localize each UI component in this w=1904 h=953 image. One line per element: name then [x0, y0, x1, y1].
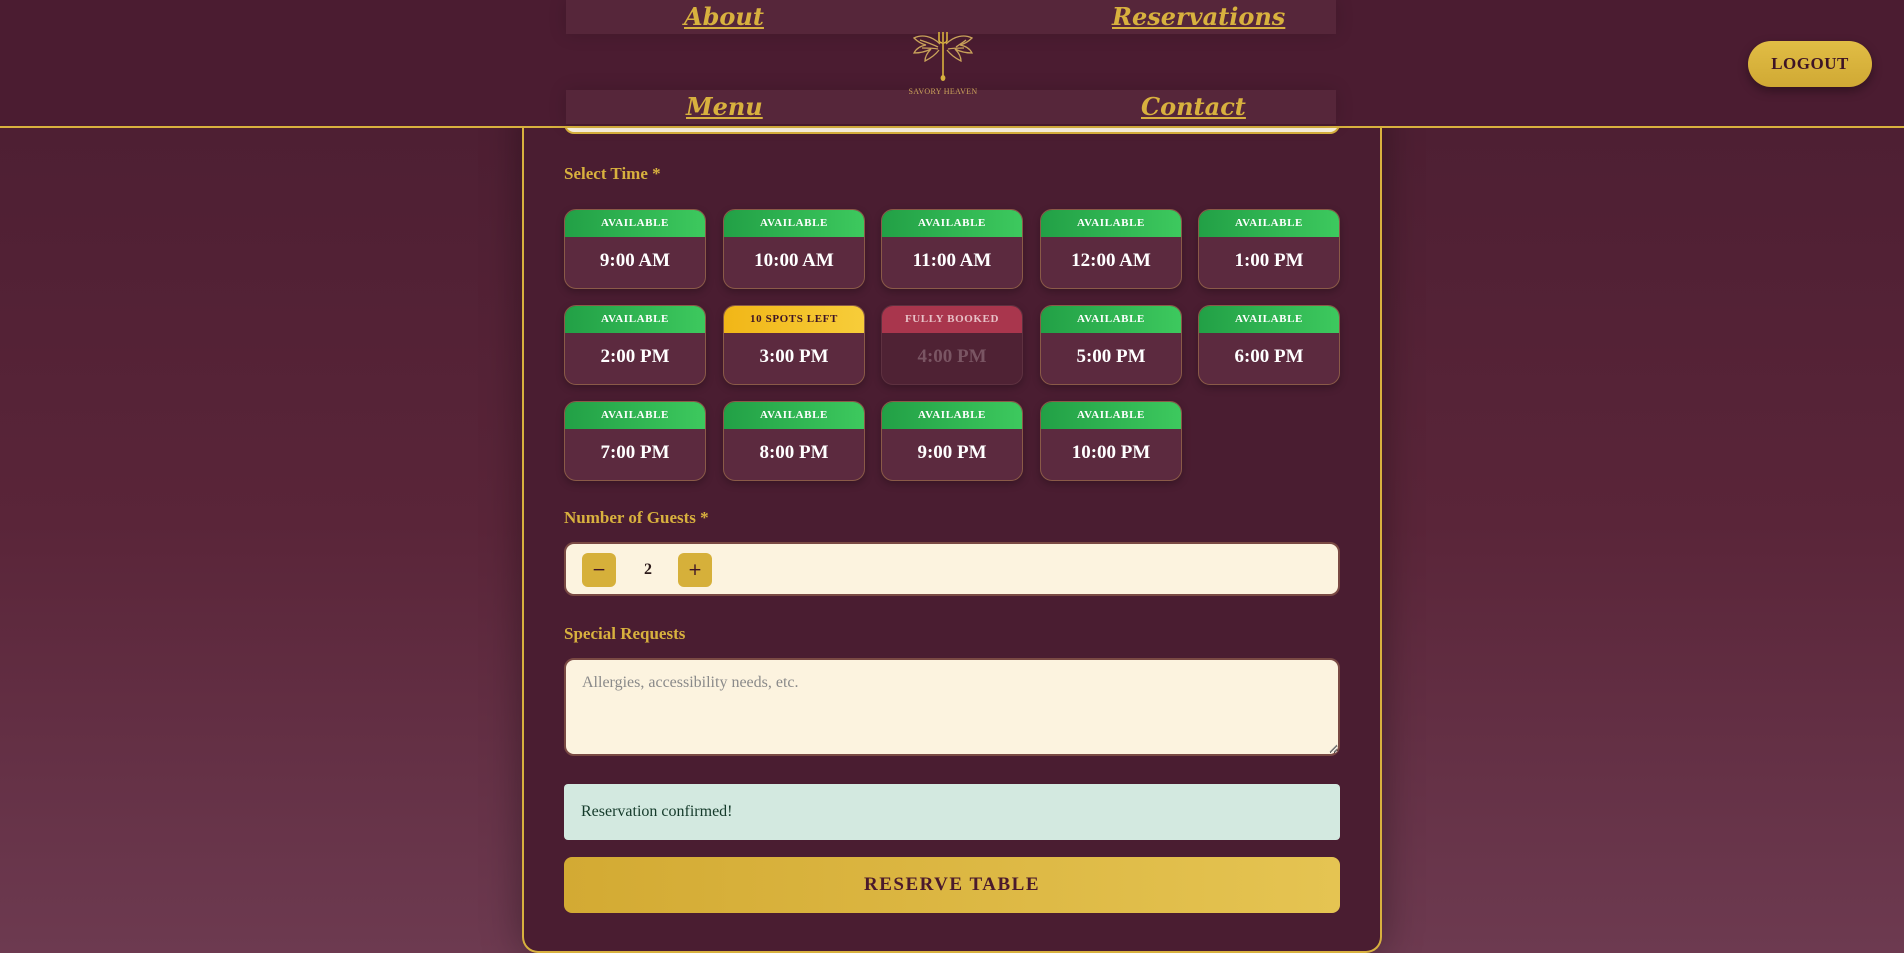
time-slot[interactable]: AVAILABLE 10:00 AM — [723, 209, 865, 289]
time-slot[interactable]: AVAILABLE 9:00 AM — [564, 209, 706, 289]
time-slot[interactable]: AVAILABLE 10:00 PM — [1040, 401, 1182, 481]
winged-fork-logo-icon — [912, 32, 974, 81]
slot-status-badge: AVAILABLE — [724, 402, 864, 429]
slot-time-label: 2:00 PM — [600, 346, 670, 367]
slot-time-label: 7:00 PM — [600, 442, 670, 463]
slot-status-badge: AVAILABLE — [1199, 210, 1339, 237]
special-requests-label: Special Requests — [564, 624, 686, 643]
slot-time-label: 6:00 PM — [1234, 346, 1304, 367]
increase-guests-button[interactable]: + — [678, 553, 712, 587]
time-slot[interactable]: AVAILABLE 6:00 PM — [1198, 305, 1340, 385]
time-slot[interactable]: AVAILABLE 1:00 PM — [1198, 209, 1340, 289]
slot-status-badge: AVAILABLE — [565, 306, 705, 333]
guests-label: Number of Guests * — [564, 508, 709, 527]
logo-text: SAVORY HEAVEN — [908, 87, 978, 96]
site-header: About Reservations Menu Contact SAVORY H… — [0, 0, 1904, 128]
select-time-label: Select Time * — [564, 164, 661, 183]
time-slot[interactable]: AVAILABLE 5:00 PM — [1040, 305, 1182, 385]
slot-time-label: 3:00 PM — [759, 346, 829, 367]
time-slot[interactable]: AVAILABLE 9:00 PM — [881, 401, 1023, 481]
nav-menu-link[interactable]: Menu — [686, 92, 763, 121]
guests-stepper: − 2 + — [564, 542, 1340, 596]
slot-time-label: 11:00 AM — [912, 250, 992, 271]
slot-status-badge: 10 SPOTS LEFT — [724, 306, 864, 333]
time-slot[interactable]: AVAILABLE 2:00 PM — [564, 305, 706, 385]
reserve-table-button[interactable]: RESERVE TABLE — [564, 857, 1340, 913]
success-message: Reservation confirmed! — [564, 784, 1340, 840]
slot-time-label: 12:00 AM — [1071, 250, 1151, 271]
slot-time-label: 5:00 PM — [1076, 346, 1146, 367]
slot-status-badge: AVAILABLE — [1199, 306, 1339, 333]
time-slot[interactable]: AVAILABLE 8:00 PM — [723, 401, 865, 481]
slot-time-label: 4:00 PM — [917, 346, 987, 367]
slot-status-badge: AVAILABLE — [882, 402, 1022, 429]
nav-reservations-link[interactable]: Reservations — [1112, 2, 1285, 31]
slot-status-badge: AVAILABLE — [565, 210, 705, 237]
slot-time-label: 9:00 PM — [917, 442, 987, 463]
nav-contact-link[interactable]: Contact — [1141, 92, 1246, 121]
slot-time-label: 8:00 PM — [759, 442, 829, 463]
slot-status-badge: AVAILABLE — [882, 210, 1022, 237]
decrease-guests-button[interactable]: − — [582, 553, 616, 587]
time-slot: FULLY BOOKED 4:00 PM — [881, 305, 1023, 385]
slot-time-label: 10:00 AM — [754, 250, 834, 271]
slot-status-badge: AVAILABLE — [1041, 306, 1181, 333]
guest-count-value: 2 — [644, 561, 652, 578]
time-slot[interactable]: AVAILABLE 11:00 AM — [881, 209, 1023, 289]
time-slot[interactable]: 10 SPOTS LEFT 3:00 PM — [723, 305, 865, 385]
logout-button[interactable]: LOGOUT — [1748, 41, 1872, 87]
special-requests-textarea[interactable] — [564, 658, 1340, 756]
time-slot[interactable]: AVAILABLE 7:00 PM — [564, 401, 706, 481]
slot-status-badge: AVAILABLE — [1041, 210, 1181, 237]
nav-about-link[interactable]: About — [684, 2, 764, 31]
time-slot[interactable]: AVAILABLE 12:00 AM — [1040, 209, 1182, 289]
slot-status-badge: AVAILABLE — [565, 402, 705, 429]
slot-time-label: 9:00 AM — [599, 250, 671, 271]
logo[interactable]: SAVORY HEAVEN — [904, 30, 982, 102]
slot-status-badge: FULLY BOOKED — [882, 306, 1022, 333]
slot-time-label: 1:00 PM — [1234, 250, 1304, 271]
slot-time-label: 10:00 PM — [1071, 442, 1151, 463]
slot-status-badge: AVAILABLE — [724, 210, 864, 237]
slot-status-badge: AVAILABLE — [1041, 402, 1181, 429]
